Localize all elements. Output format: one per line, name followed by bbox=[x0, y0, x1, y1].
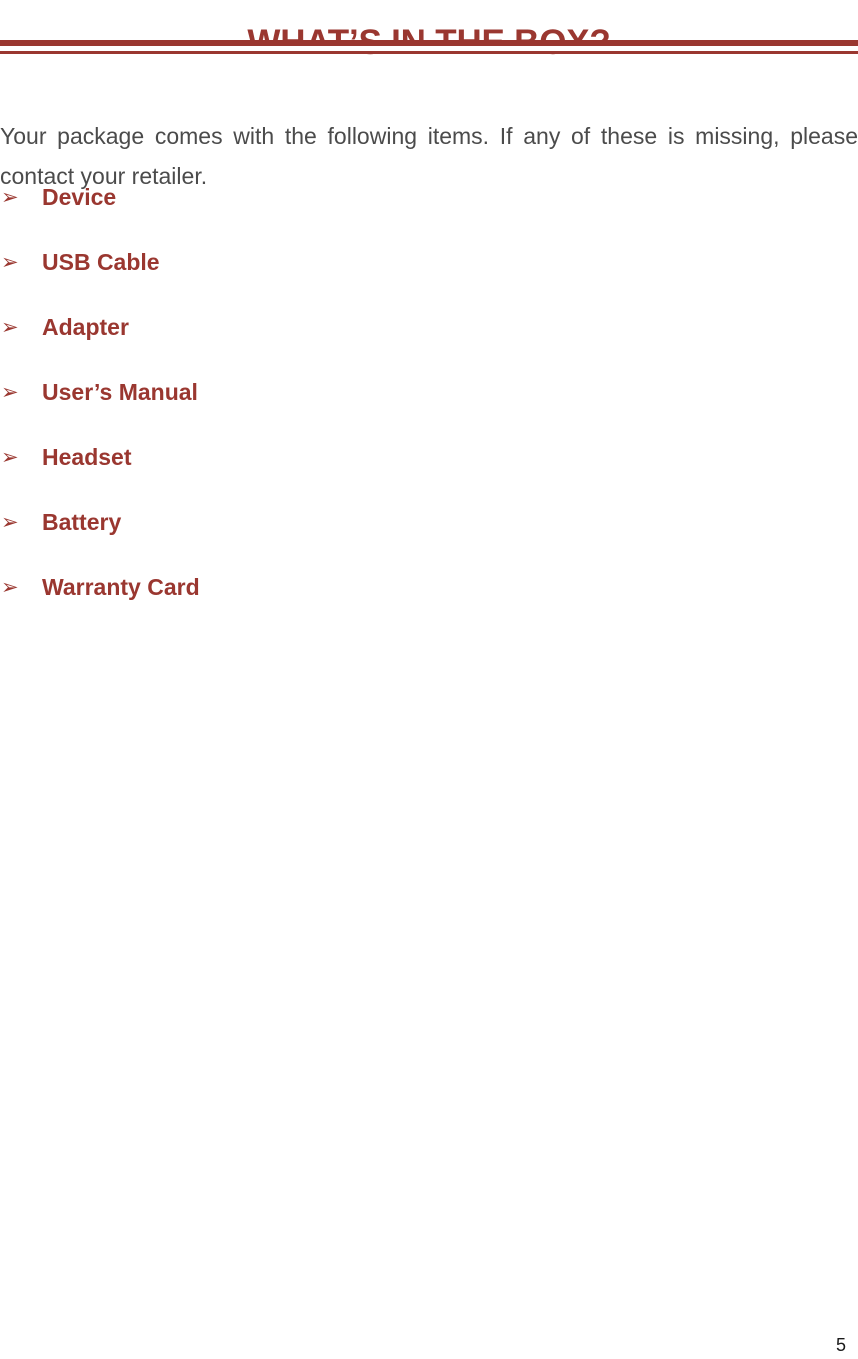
list-item: ➢ Device bbox=[0, 182, 858, 247]
list-item-label: USB Cable bbox=[42, 249, 160, 275]
arrowhead-bullet-icon: ➢ bbox=[1, 575, 19, 599]
arrowhead-bullet-icon: ➢ bbox=[1, 185, 19, 209]
list-item: ➢ Warranty Card bbox=[0, 572, 858, 637]
list-item-label: Headset bbox=[42, 444, 132, 470]
arrowhead-bullet-icon: ➢ bbox=[1, 315, 19, 339]
list-item: ➢ User’s Manual bbox=[0, 377, 858, 442]
title-divider bbox=[0, 40, 858, 54]
list-item-label: Warranty Card bbox=[42, 574, 200, 600]
box-contents-list: ➢ Device ➢ USB Cable ➢ Adapter ➢ User’s … bbox=[0, 182, 858, 637]
arrowhead-bullet-icon: ➢ bbox=[1, 380, 19, 404]
arrowhead-bullet-icon: ➢ bbox=[1, 510, 19, 534]
list-item: ➢ Battery bbox=[0, 507, 858, 572]
list-item-label: Adapter bbox=[42, 314, 129, 340]
arrowhead-bullet-icon: ➢ bbox=[1, 445, 19, 469]
document-page: WHAT’S IN THE BOX? Your package comes wi… bbox=[0, 0, 858, 1359]
arrowhead-bullet-icon: ➢ bbox=[1, 250, 19, 274]
list-item: ➢ USB Cable bbox=[0, 247, 858, 312]
list-item: ➢ Adapter bbox=[0, 312, 858, 377]
divider-thin-line bbox=[0, 51, 858, 54]
list-item-label: Battery bbox=[42, 509, 122, 535]
list-item-label: User’s Manual bbox=[42, 379, 198, 405]
page-number: 5 bbox=[835, 1335, 846, 1355]
list-item-label: Device bbox=[42, 184, 117, 210]
list-item: ➢ Headset bbox=[0, 442, 858, 507]
